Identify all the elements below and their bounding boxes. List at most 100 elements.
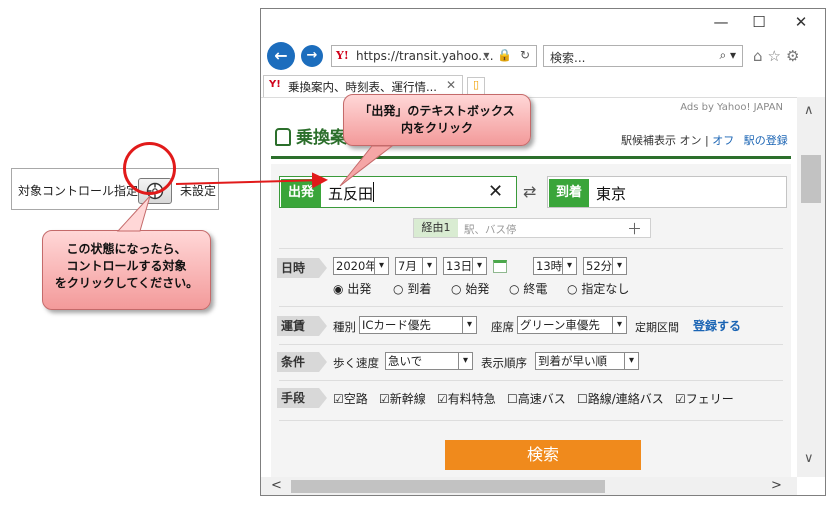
divider xyxy=(279,306,783,307)
hour-select[interactable]: 13時 xyxy=(533,257,577,275)
checkbox-label: 新幹線 xyxy=(389,392,426,406)
new-tab-icon: ▯ xyxy=(472,78,480,91)
maximize-button[interactable]: ☐ xyxy=(745,11,773,33)
checkbox-highway-bus[interactable]: ☐高速バス xyxy=(507,390,566,407)
scroll-thumb[interactable] xyxy=(291,480,605,493)
instruction-callout-top: 「出発」のテキストボックス 内をクリック xyxy=(343,94,531,146)
route-search-form: 出発 五反田 ✕ ⇄ 到着 東京 経由1 駅、バス停 ＋ 日時 2020年 7月… xyxy=(271,164,791,477)
chevron-down-icon[interactable]: ∨ xyxy=(804,451,814,466)
checkbox-shinkansen[interactable]: ☑新幹線 xyxy=(379,390,426,407)
search-button[interactable]: 検索 xyxy=(445,440,641,470)
sort-order-select[interactable]: 到着が早い順 xyxy=(535,352,639,370)
radio-last-train[interactable]: ○ 終電 xyxy=(509,280,547,297)
via-field[interactable]: 経由1 駅、バス停 ＋ xyxy=(413,218,651,238)
link-divider: | xyxy=(705,134,709,147)
navigation-bar: ← → Y! https://transit.yahoo.... ▾ 🔒 ↻ 検… xyxy=(261,37,825,71)
checkbox-label: 有料特急 xyxy=(447,392,496,406)
browser-window: — ☐ ✕ ← → Y! https://transit.yahoo.... ▾… xyxy=(260,8,826,496)
walk-speed-select[interactable]: 急いで xyxy=(385,352,473,370)
via-placeholder: 駅、バス停 xyxy=(464,224,517,236)
radio-departure[interactable]: ◉ 出発 xyxy=(333,280,371,297)
chevron-right-icon[interactable]: > xyxy=(771,478,782,493)
chevron-left-icon[interactable]: < xyxy=(271,478,282,493)
checkbox-checked-icon: ☑ xyxy=(675,392,686,406)
chevron-up-icon[interactable]: ∧ xyxy=(804,103,814,118)
horizontal-scrollbar[interactable]: < > xyxy=(261,477,797,495)
minute-select[interactable]: 52分 xyxy=(583,257,627,275)
site-title-text: 乗換案 xyxy=(296,128,347,148)
header-divider xyxy=(271,156,791,159)
suggest-off-link[interactable]: オフ xyxy=(712,134,734,147)
checkbox-limited-express[interactable]: ☑有料特急 xyxy=(437,390,496,407)
new-tab-button[interactable]: ▯ xyxy=(467,77,485,95)
favorites-star-icon[interactable]: ☆ xyxy=(768,47,786,65)
checkbox-empty-icon: ☐ xyxy=(507,392,518,406)
register-station-link[interactable]: 駅の登録 xyxy=(744,134,788,147)
radio-empty-icon: ○ xyxy=(509,282,520,296)
radio-unspecified[interactable]: ○ 指定なし xyxy=(567,280,629,297)
title-bar: — ☐ ✕ xyxy=(261,9,825,35)
callout-line: 「出発」のテキストボックス xyxy=(359,104,515,118)
divider xyxy=(279,248,783,249)
target-control-panel: 対象コントロール指定 未設定 xyxy=(11,168,219,210)
fare-type-select[interactable]: ICカード優先 xyxy=(359,316,477,334)
register-commuter-link[interactable]: 登録する xyxy=(693,317,741,334)
scroll-thumb[interactable] xyxy=(801,155,821,203)
means-label: 手段 xyxy=(277,388,327,408)
fare-type-label: 種別 xyxy=(333,320,356,334)
checkbox-checked-icon: ☑ xyxy=(437,392,448,406)
forward-button[interactable]: → xyxy=(301,45,323,67)
ads-label: Ads by Yahoo! JAPAN xyxy=(680,102,783,113)
departure-input[interactable]: 五反田 xyxy=(328,183,373,204)
checkbox-label: 路線/連絡バス xyxy=(587,392,664,406)
callout-line: この状態になったら、 xyxy=(66,242,187,256)
datetime-label: 日時 xyxy=(277,258,327,278)
minimize-button[interactable]: — xyxy=(707,11,735,33)
seat-select[interactable]: グリーン車優先 xyxy=(517,316,627,334)
search-icon[interactable]: ⌕ ▾ xyxy=(719,48,736,63)
arrival-label: 到着 xyxy=(549,179,589,207)
home-icon[interactable]: ⌂ xyxy=(753,47,768,65)
radio-label: 到着 xyxy=(407,282,432,296)
month-select[interactable]: 7月 xyxy=(395,257,437,275)
walk-speed-label: 歩く速度 xyxy=(333,356,379,370)
departure-field[interactable]: 出発 五反田 ✕ xyxy=(279,176,517,208)
seat-label: 座席 xyxy=(491,320,514,334)
address-tools-icons[interactable]: ▾ 🔒 ↻ xyxy=(483,48,532,62)
checkbox-ferry[interactable]: ☑フェリー xyxy=(675,390,734,407)
radio-arrival[interactable]: ○ 到着 xyxy=(393,280,431,297)
day-select[interactable]: 13日 xyxy=(443,257,487,275)
checkbox-empty-icon: ☐ xyxy=(577,392,588,406)
arrival-field[interactable]: 到着 東京 xyxy=(547,176,787,208)
calendar-icon[interactable] xyxy=(493,260,507,273)
back-button[interactable]: ← xyxy=(267,42,295,70)
commuter-label: 定期区間 xyxy=(635,321,679,334)
radio-empty-icon: ○ xyxy=(567,282,578,296)
train-icon xyxy=(275,128,291,146)
radio-first-train[interactable]: ○ 始発 xyxy=(451,280,489,297)
page-content: Ads by Yahoo! JAPAN 乗換案 駅候補表示 オン | オフ 駅の… xyxy=(261,97,797,477)
swap-icon[interactable]: ⇄ xyxy=(523,182,536,201)
radio-empty-icon: ○ xyxy=(393,282,404,296)
add-via-icon[interactable]: ＋ xyxy=(627,218,642,239)
checkbox-route-bus[interactable]: ☐路線/連絡バス xyxy=(577,390,664,407)
radio-label: 始発 xyxy=(465,282,490,296)
year-select[interactable]: 2020年 xyxy=(333,257,389,275)
tab-row: Y! 乗換案内、時刻表、運行情... ✕ ▯ xyxy=(261,73,825,97)
gear-icon[interactable]: ⚙ xyxy=(786,47,804,65)
browser-search-placeholder: 検索... xyxy=(550,51,586,65)
instruction-callout-left: この状態になったら、 コントロールする対象 をクリックしてください。 xyxy=(42,230,211,310)
tab-close-icon[interactable]: ✕ xyxy=(446,78,456,92)
browser-search-box[interactable]: 検索... ⌕ ▾ xyxy=(543,45,743,67)
close-button[interactable]: ✕ xyxy=(787,11,815,33)
yahoo-logo-icon: Y! xyxy=(269,79,281,90)
text-caret xyxy=(373,182,374,202)
checkbox-air[interactable]: ☑空路 xyxy=(333,390,368,407)
clear-icon[interactable]: ✕ xyxy=(488,181,503,202)
vertical-scrollbar[interactable]: ∧ ∨ xyxy=(797,97,825,477)
callout-line: コントロールする対象 xyxy=(66,259,187,273)
divider xyxy=(279,420,783,421)
radio-label: 終電 xyxy=(523,282,548,296)
address-bar[interactable]: Y! https://transit.yahoo.... ▾ 🔒 ↻ xyxy=(331,45,537,67)
arrival-input[interactable]: 東京 xyxy=(596,183,626,204)
